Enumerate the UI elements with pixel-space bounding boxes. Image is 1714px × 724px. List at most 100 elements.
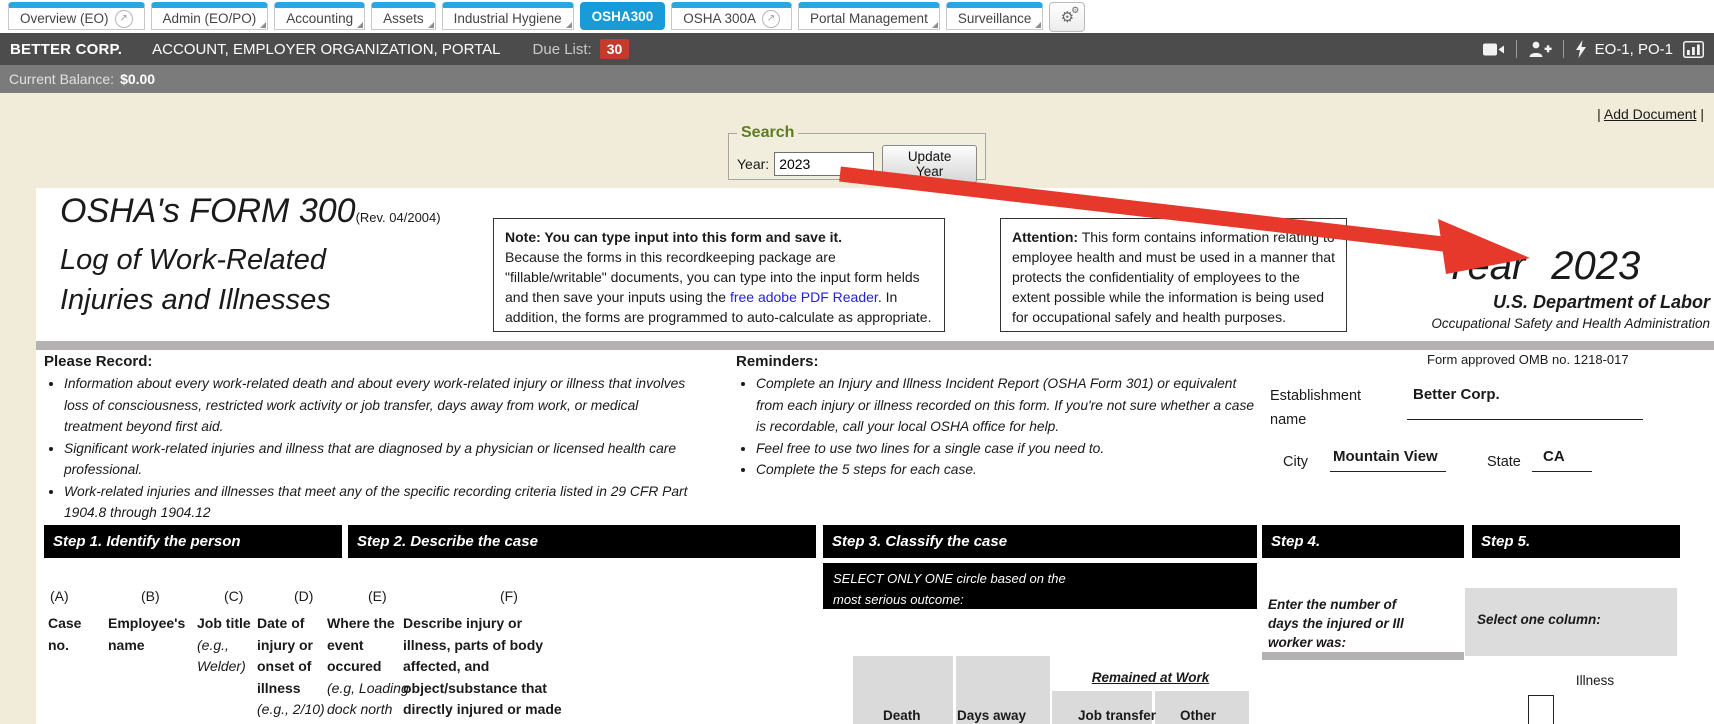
bullet-item: Significant work-related injuries and il… [64,438,692,481]
column-letter: (B) [141,588,196,604]
section-divider [36,341,1714,350]
city-underline [1330,471,1446,472]
bullet-item: Work-related injuries and illnesses that… [64,481,692,524]
column-title: Describe injury or illness, parts of bod… [403,613,573,721]
illness-label: Illness [1525,673,1665,688]
tab-label: OSHA300 [592,6,654,27]
tab-portal-management[interactable]: Portal Management [798,2,940,30]
column-letter: (D) [294,588,327,604]
tab-label: Surveillance [958,8,1032,29]
step4-instruction: Enter the number of days the injured or … [1268,595,1413,652]
dept-of-labor: U.S. Department of Labor [1400,292,1710,313]
state-underline [1532,471,1592,472]
reminders-section: Reminders: Complete an Injury and Illnes… [736,353,1256,481]
tab-osha300a[interactable]: OSHA 300A ↗ [671,2,792,30]
gear-icon-small: ⚙ [1071,6,1079,15]
city-value: Mountain View [1333,448,1438,465]
illness-column-header-box [1528,695,1554,724]
update-year-button[interactable]: Update Year [882,145,977,183]
tab-industrial-hygiene[interactable]: Industrial Hygiene [442,2,574,30]
osha-form-300: OSHA's FORM 300(Rev. 04/2004) Log of Wor… [36,188,1714,724]
step2-header: Step 2. Describe the case [348,525,816,558]
form-subtitle: Log of Work-Related Injuries and Illness… [60,240,331,320]
form-year-word: Year [1443,244,1525,288]
form-title: OSHA's FORM 300(Rev. 04/2004) [60,192,441,231]
step4-header: Step 4. [1262,525,1464,558]
step5-select-box: Select one column: [1465,588,1677,656]
reminders-heading: Reminders: [736,353,1256,370]
popout-icon[interactable]: ↗ [115,10,133,28]
note-box: Note: You can type input into this form … [493,218,945,332]
column-letter: (C) [224,588,259,604]
column-date-of-injury: (D) Date of injury or onset of illness (… [257,588,327,721]
osha-admin-line: Occupational Safety and Health Administr… [1370,316,1710,331]
step5-instruction: Select one column: [1477,612,1677,627]
step3-header: Step 3. Classify the case [823,525,1257,558]
separator: | [1597,106,1601,122]
column-title: Where the event occured [327,613,409,678]
days-away-label: Days away [957,708,1026,723]
separator: | [1700,106,1704,122]
tab-label: Overview (EO) [20,8,109,29]
balance-bar: Current Balance: $0.00 [0,65,1714,93]
reminders-bullets: Complete an Injury and Illness Incident … [736,373,1256,481]
stats-icon[interactable] [1683,41,1704,58]
year-input[interactable] [774,152,874,176]
column-employee-name: (B) Employee's name [108,588,196,656]
adobe-reader-link[interactable]: free adobe PDF Reader [730,289,878,305]
tab-label: Industrial Hygiene [454,8,562,29]
step3-instruction: SELECT ONLY ONE circle based on the most… [823,563,1257,609]
divider [1516,40,1517,58]
column-title: Case no. [48,613,106,656]
establishment-label: Establishment name [1270,384,1382,432]
add-document-link[interactable]: Add Document [1604,106,1697,122]
step5-header: Step 5. [1472,525,1680,558]
due-list-label: Due List: [533,41,592,58]
video-camera-icon[interactable] [1483,42,1505,57]
column-letter: (F) [500,588,573,604]
due-list-count-badge[interactable]: 30 [600,39,630,59]
lightning-icon[interactable] [1575,40,1587,58]
balance-value: $0.00 [120,71,155,87]
tab-overview-eo[interactable]: Overview (EO) ↗ [8,2,145,30]
add-user-icon[interactable] [1528,41,1552,57]
search-row: Year: Update Year [737,145,977,183]
entity-label: EO-1, PO-1 [1595,41,1673,58]
popout-icon[interactable]: ↗ [762,10,780,28]
please-record-bullets: Information about every work-related dea… [44,373,692,524]
please-record-section: Please Record: Information about every w… [44,353,692,524]
search-legend: Search [737,124,798,142]
note-heading: Note: You can type input into this form … [505,229,842,245]
attention-box: Attention: This form contains informatio… [1000,218,1347,332]
account-header-bar: BETTER CORP. ACCOUNT, EMPLOYER ORGANIZAT… [0,33,1714,65]
column-hint: (e.g., Welder) [197,635,259,678]
tab-label: OSHA 300A [683,8,756,29]
tab-label: Assets [383,8,424,29]
column-letter: (A) [50,588,106,604]
tab-osha300-active[interactable]: OSHA300 [580,2,666,30]
attention-heading: Attention: [1012,229,1078,245]
remained-at-work-heading: Remained at Work [1052,670,1249,685]
column-hint: (e.g, Loading dock north [327,678,409,721]
form-year-value: 2023 [1551,244,1640,288]
tab-assets[interactable]: Assets [371,2,436,30]
settings-button[interactable]: ⚙ ⚙ [1049,2,1085,32]
death-label: Death [883,708,921,723]
company-name: BETTER CORP. [10,41,122,58]
state-label: State [1487,454,1521,470]
balance-label: Current Balance: [9,71,114,87]
divider [1563,40,1564,58]
column-hint: (e.g., 2/10) [257,699,327,721]
omb-approval: Form approved OMB no. 1218-017 [1427,352,1629,367]
city-label: City [1283,454,1308,470]
tab-bar: Overview (EO) ↗ Admin (EO/PO) Accounting… [0,0,1714,33]
step4-gray-bar [1262,652,1464,660]
osha300-portal-page: Overview (EO) ↗ Admin (EO/PO) Accounting… [0,0,1714,724]
bullet-item: Information about every work-related dea… [64,373,692,438]
tab-accounting[interactable]: Accounting [274,2,365,30]
job-transfer-label: Job transfer [1078,708,1156,723]
account-context: ACCOUNT, EMPLOYER ORGANIZATION, PORTAL [152,41,500,58]
tab-admin-eo-po[interactable]: Admin (EO/PO) [151,2,269,30]
tab-surveillance[interactable]: Surveillance [946,2,1044,30]
column-title: Job title [197,613,259,635]
